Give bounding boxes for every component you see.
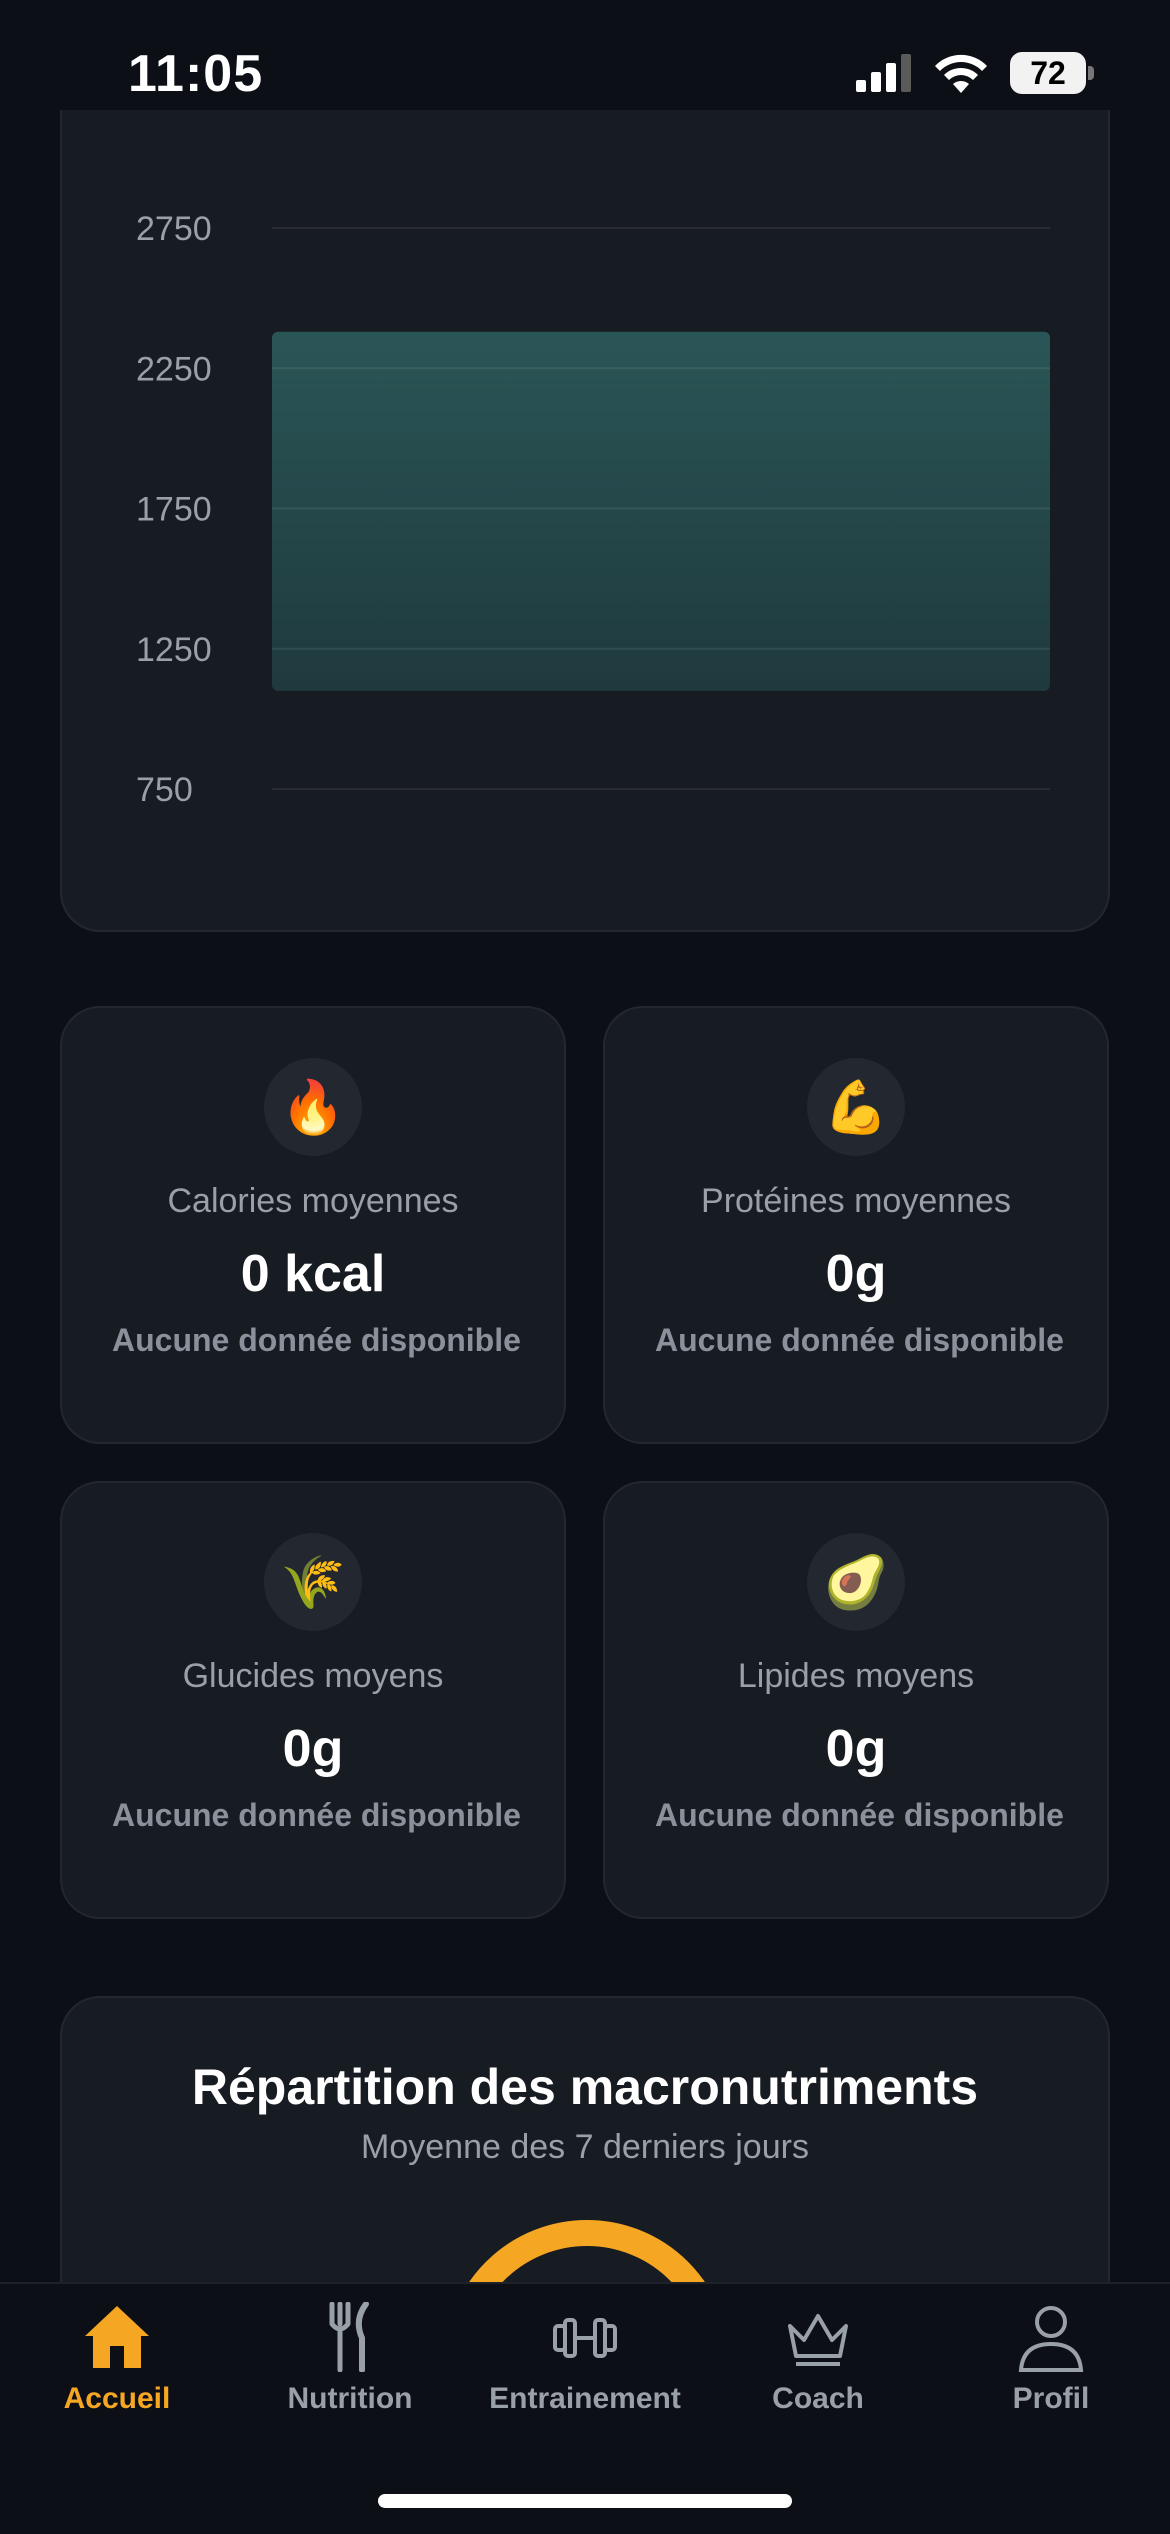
stat-label: Calories moyennes bbox=[167, 1182, 459, 1220]
tab-label: Accueil bbox=[63, 2382, 171, 2415]
person-icon bbox=[1018, 2306, 1084, 2372]
tab-entrainement[interactable]: Entrainement bbox=[485, 2302, 685, 2416]
tab-label: Profil bbox=[1012, 2382, 1090, 2415]
stat-note: Aucune donnée disponible bbox=[112, 1797, 521, 1833]
macro-subtitle: Moyenne des 7 derniers jours bbox=[361, 2128, 809, 2166]
dumbbell-icon bbox=[553, 2318, 617, 2358]
stat-label: Glucides moyens bbox=[182, 1657, 444, 1695]
crown-icon bbox=[788, 2314, 848, 2366]
stat-card-calories[interactable]: 🔥 Calories moyennes 0 kcal Aucune donnée… bbox=[60, 1006, 566, 1444]
stat-label: Lipides moyens bbox=[737, 1657, 975, 1695]
stat-card-proteins[interactable]: 💪 Protéines moyennes 0g Aucune donnée di… bbox=[603, 1006, 1109, 1444]
home-icon bbox=[85, 2306, 149, 2368]
stat-value: 0g bbox=[282, 1720, 344, 1778]
y-tick-label: 2250 bbox=[136, 350, 212, 388]
tab-accueil[interactable]: Accueil bbox=[17, 2302, 217, 2416]
rice-icon: 🌾 bbox=[264, 1533, 362, 1631]
tab-profil[interactable]: Profil bbox=[951, 2302, 1151, 2416]
stat-card-carbs[interactable]: 🌾 Glucides moyens 0g Aucune donnée dispo… bbox=[60, 1481, 566, 1919]
tab-coach[interactable]: Coach bbox=[718, 2302, 918, 2416]
y-tick-label: 750 bbox=[136, 771, 193, 809]
wifi-icon bbox=[935, 54, 987, 93]
status-time: 11:05 bbox=[128, 45, 264, 103]
battery-icon: 72 bbox=[1010, 52, 1094, 94]
calories-chart-card: 2750 2250 1750 1250 750 bbox=[60, 110, 1110, 932]
macro-title: Répartition des macronutriments bbox=[191, 2059, 979, 2115]
fork-knife-icon bbox=[329, 2302, 369, 2372]
muscle-icon: 💪 bbox=[807, 1058, 905, 1156]
stat-value: 0g bbox=[825, 1245, 887, 1303]
signal-icon bbox=[856, 54, 911, 92]
chart-area-series bbox=[272, 331, 1050, 691]
status-indicators: 72 bbox=[856, 52, 1094, 94]
stat-card-fats[interactable]: 🥑 Lipides moyens 0g Aucune donnée dispon… bbox=[603, 1481, 1109, 1919]
tab-label: Coach bbox=[772, 2382, 864, 2415]
y-tick-label: 2750 bbox=[136, 210, 212, 248]
stat-note: Aucune donnée disponible bbox=[112, 1322, 521, 1358]
y-tick-label: 1750 bbox=[136, 491, 212, 529]
tab-label: Entrainement bbox=[489, 2382, 681, 2415]
stat-note: Aucune donnée disponible bbox=[655, 1322, 1064, 1358]
calories-chart: 2750 2250 1750 1250 750 bbox=[136, 210, 1050, 809]
fire-icon: 🔥 bbox=[264, 1058, 362, 1156]
stat-value: 0g bbox=[825, 1720, 887, 1778]
stat-note: Aucune donnée disponible bbox=[655, 1797, 1064, 1833]
stat-value: 0 kcal bbox=[240, 1245, 386, 1303]
y-tick-label: 1250 bbox=[136, 631, 212, 669]
stat-label: Protéines moyennes bbox=[701, 1182, 1011, 1220]
battery-level: 72 bbox=[1030, 54, 1066, 91]
tab-nutrition[interactable]: Nutrition bbox=[250, 2302, 450, 2416]
tab-label: Nutrition bbox=[287, 2382, 413, 2415]
home-indicator bbox=[378, 2494, 792, 2508]
avocado-icon: 🥑 bbox=[807, 1533, 905, 1631]
